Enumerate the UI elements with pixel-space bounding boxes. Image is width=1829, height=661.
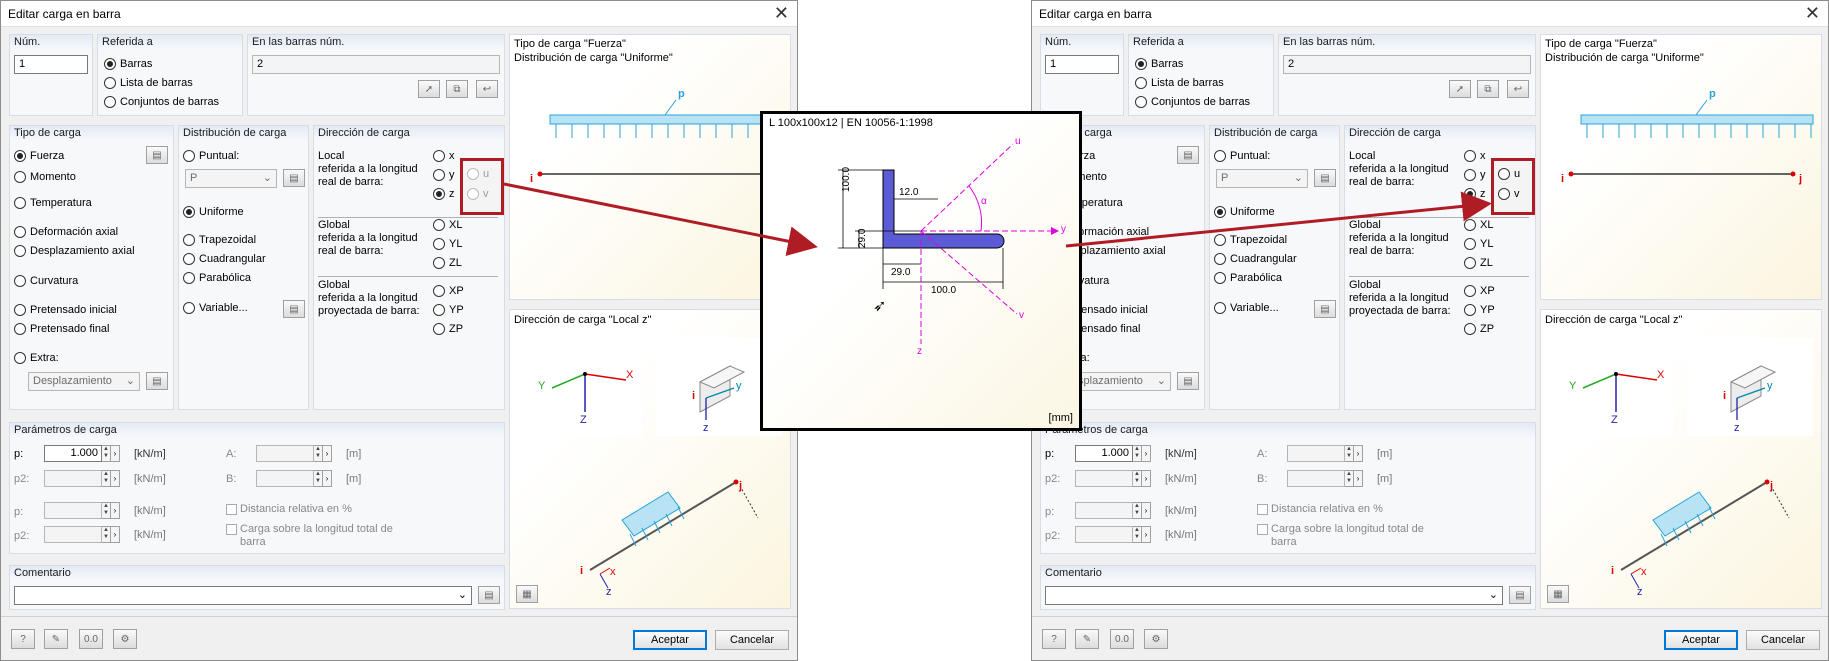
callout-arrows — [503, 182, 1492, 256]
